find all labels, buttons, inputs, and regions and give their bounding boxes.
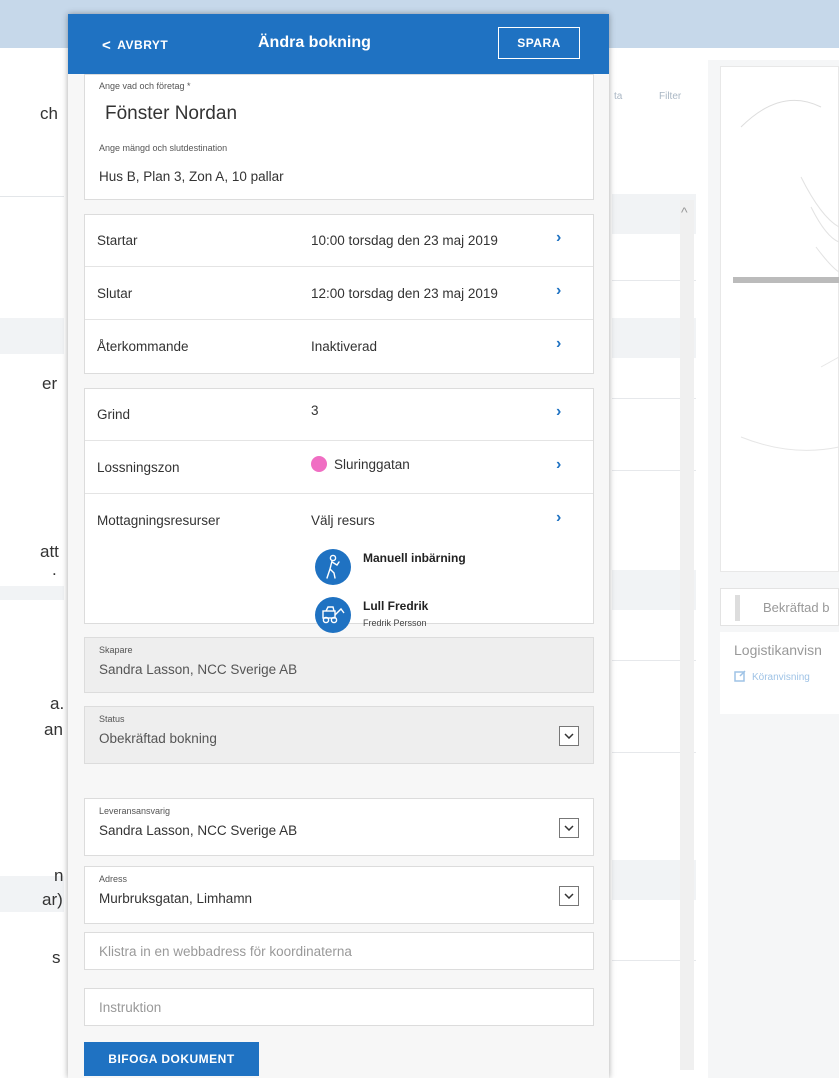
chevron-down-icon[interactable] [559,818,579,838]
gate-value: 3 [311,403,319,418]
background-logistics-title: Logistikanvisn [734,642,822,658]
start-label: Startar [97,233,138,248]
address-value: Murbruksgatan, Limhamn [99,891,253,906]
resources-label: Mottagningsresurser [97,513,221,528]
end-label: Slutar [97,286,133,301]
status-value: Obekräftad bokning [99,731,217,746]
creator-value: Sandra Lasson, NCC Sverige AB [99,662,298,677]
chevron-right-icon: › [556,509,562,526]
recurring-row[interactable]: Återkommande Inaktiverad › [85,321,593,373]
gate-label: Grind [97,407,131,422]
cancel-button[interactable]: < AVBRYT [102,36,168,54]
resource-item[interactable]: Lull Fredrik Fredrik Persson [315,597,575,641]
background-confirm-panel: Bekräftad b [720,588,839,626]
background-text: att [40,542,59,561]
what-input[interactable]: Fönster Nordan [105,103,237,125]
instruction-field [84,988,594,1026]
background-text: a. [50,694,65,713]
resource-name: Manuell inbärning [363,551,466,565]
resources-value: Välj resurs [311,513,375,528]
chevron-right-icon: › [556,335,562,352]
background-text: s [52,948,61,967]
background-header: ta [614,91,623,102]
background-text: er [42,374,58,393]
background-confirm-label: Bekräftad b [763,600,830,615]
background-band [0,586,64,600]
location-card: Grind 3 › Lossningszon Sluringgatan › Mo… [84,388,594,633]
chevron-right-icon: › [556,456,562,473]
background-text: an [44,720,63,739]
start-row[interactable]: Startar 10:00 torsdag den 23 maj 2019 › [85,215,593,267]
status-select[interactable]: Status Obekräftad bokning [84,706,594,764]
resource-item[interactable]: Manuell inbärning [315,549,575,593]
scroll-up-icon[interactable]: ^ [681,204,688,220]
amount-label: Ange mängd och slutdestination [99,143,228,153]
responsible-select[interactable]: Leveransansvarig Sandra Lasson, NCC Sver… [84,798,594,856]
chevron-right-icon: › [556,403,562,420]
background-map-road [733,277,839,283]
zone-color-dot [311,456,327,472]
recurring-label: Återkommande [97,339,189,354]
responsible-value: Sandra Lasson, NCC Sverige AB [99,823,298,838]
creator-label: Skapare [99,645,133,655]
chevron-right-icon: › [556,229,562,246]
background-text: . [52,560,57,579]
responsible-label: Leveransansvarig [99,806,171,816]
background-divider [0,196,64,197]
schedule-card: Startar 10:00 torsdag den 23 maj 2019 › … [84,214,594,374]
background-text: ar) [42,890,63,909]
zone-row[interactable]: Lossningszon Sluringgatan › [85,442,593,494]
chevron-down-icon[interactable] [559,886,579,906]
background-filter-link[interactable]: Filter [659,91,681,102]
background-text: n [54,866,64,885]
external-link-icon [734,670,746,682]
gate-row[interactable]: Grind 3 › [85,389,593,441]
end-value: 12:00 torsdag den 23 maj 2019 [311,286,498,301]
instruction-input[interactable] [99,989,579,1025]
resource-name: Lull Fredrik [363,599,429,613]
chevron-down-icon[interactable] [559,726,579,746]
recurring-value: Inaktiverad [311,339,378,354]
chevron-left-icon: < [102,37,112,54]
status-label: Status [99,714,125,724]
background-scrollbar[interactable] [680,200,694,1070]
map-sketch-icon [740,99,839,451]
zone-label: Lossningszon [97,460,180,475]
end-row[interactable]: Slutar 12:00 torsdag den 23 maj 2019 › [85,268,593,320]
what-label: Ange vad och företag * [99,81,191,91]
dialog-header: < AVBRYT Ändra bokning SPARA [68,14,609,74]
creator-field: Skapare Sandra Lasson, NCC Sverige AB [84,637,594,693]
address-select[interactable]: Adress Murbruksgatan, Limhamn [84,866,594,924]
background-map[interactable] [720,66,839,572]
attach-document-button[interactable]: BIFOGA DOKUMENT [84,1042,259,1076]
edit-booking-dialog: < AVBRYT Ändra bokning SPARA Ange vad och… [68,14,609,1078]
chevron-right-icon: › [556,282,562,299]
background-text: ch [40,104,58,123]
forklift-icon [315,597,351,633]
resources-row[interactable]: Mottagningsresurser Välj resurs › [85,495,593,535]
coordinates-url-field [84,932,594,970]
resource-operator: Fredrik Persson [363,618,427,628]
background-band [0,318,64,354]
amount-input[interactable]: Hus B, Plan 3, Zon A, 10 pallar [99,169,284,184]
save-button[interactable]: SPARA [498,27,580,59]
person-carrying-icon [315,549,351,585]
address-label: Adress [99,874,128,884]
background-logistics-link[interactable]: Köranvisning [734,670,810,683]
start-value: 10:00 torsdag den 23 maj 2019 [311,233,498,248]
coordinates-url-input[interactable] [99,933,579,969]
dialog-title: Ändra bokning [258,34,371,51]
booking-what-card: Ange vad och företag * Fönster Nordan An… [84,74,594,200]
background-logistics-panel: Logistikanvisn Köranvisning [720,632,839,714]
zone-value: Sluringgatan [311,456,410,472]
